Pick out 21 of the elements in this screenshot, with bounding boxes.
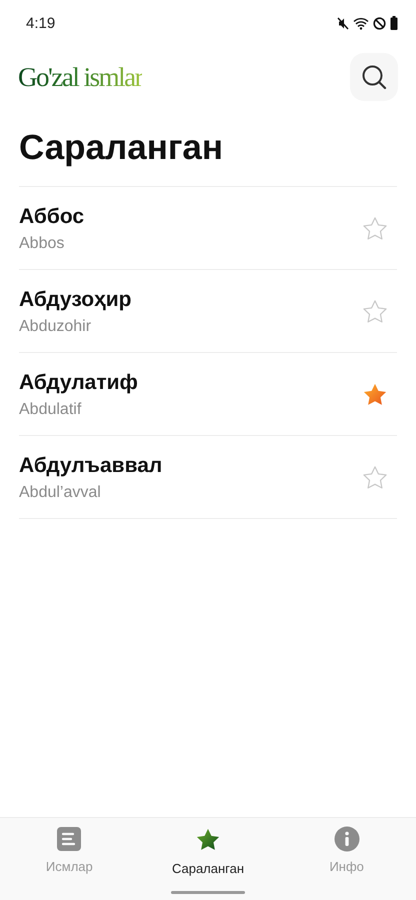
name-title: Абдузоҳир [19, 288, 132, 312]
name-title: Абдулъаввал [19, 454, 162, 478]
mute-icon [337, 16, 349, 30]
search-button[interactable] [350, 53, 398, 101]
wifi-icon [353, 16, 369, 30]
name-latin: Abdul’avval [19, 484, 102, 502]
status-time: 4:19 [26, 14, 56, 32]
nav-tab[interactable]: Сараланган [138, 818, 278, 900]
name-title: Аббос [19, 205, 84, 229]
name-latin: Abdulatif [19, 401, 82, 419]
blocked-icon [373, 16, 386, 30]
name-latin: Abduzohir [19, 318, 92, 336]
info-icon [334, 826, 360, 852]
name-title: Абдулатиф [19, 371, 138, 395]
page-title: Сараланган [18, 127, 224, 169]
battery-icon [390, 16, 398, 30]
nav-tab[interactable]: Инфо [277, 818, 416, 900]
nav-tab[interactable]: Исмлар [0, 818, 139, 900]
search-icon [360, 63, 388, 91]
document-icon [56, 826, 82, 852]
name-latin: Abbos [19, 235, 66, 253]
